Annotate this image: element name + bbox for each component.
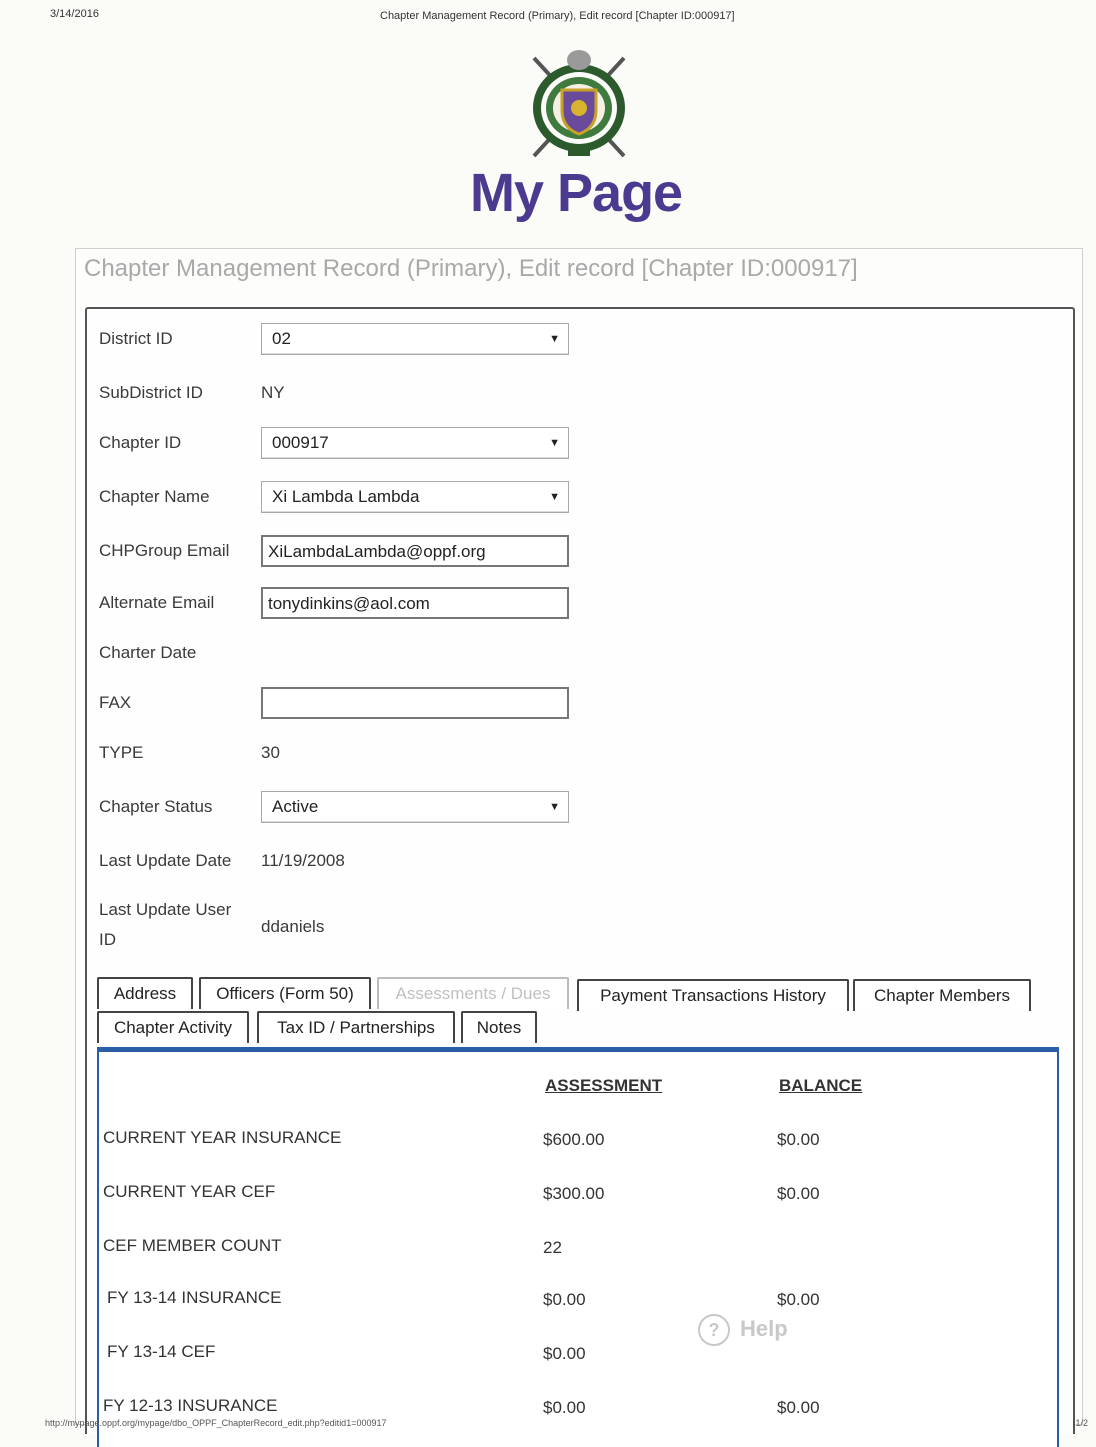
assessment-column-header: ASSESSMENT [545,1076,663,1095]
dues-row-label: CEF MEMBER COUNT [103,1236,282,1255]
tab-officers[interactable]: Officers (Form 50) [199,977,371,1009]
charter-date-label: Charter Date [99,643,197,662]
tab-notes[interactable]: Notes [461,1011,537,1043]
dues-row-label: FY 12-13 INSURANCE [103,1396,278,1415]
district-id-value: 02 [272,329,291,348]
dues-row-balance: $0.00 [777,1184,820,1203]
print-footer: http://mypage.oppf.org/mypage/dbo_OPPF_C… [0,1418,1096,1434]
row-chpgroup-email: CHPGroup Email XiLambdaLambda@oppf.org [87,535,1067,571]
last-update-user-value: ddaniels [261,917,325,936]
last-update-date-value: 11/19/2008 [261,851,345,870]
row-last-update-date: Last Update Date 11/19/2008 [87,845,1067,881]
row-fax: FAX [87,687,1067,723]
tab-taxid[interactable]: Tax ID / Partnerships [257,1011,455,1043]
last-update-user-label: Last Update User ID [99,895,231,955]
dues-row: CURRENT YEAR INSURANCE $600.00 $0.00 [99,1128,1057,1158]
row-last-update-user: Last Update User ID ddaniels [87,895,1067,955]
chapter-status-value: Active [272,797,319,816]
print-header: 3/14/2016 Chapter Management Record (Pri… [0,8,1096,28]
dues-row-label: CURRENT YEAR CEF [103,1182,276,1201]
row-alternate-email: Alternate Email tonydinkins@aol.com [87,587,1067,623]
help-icon: ? [698,1314,730,1346]
dues-row-assessment: 22 [543,1238,562,1257]
dues-row-label: FY 13-14 INSURANCE [107,1288,282,1307]
subdistrict-id-label: SubDistrict ID [99,383,203,402]
chpgroup-email-label: CHPGroup Email [99,541,230,560]
dues-row-label: CURRENT YEAR INSURANCE [103,1128,342,1147]
chapter-name-value: Xi Lambda Lambda [272,487,420,506]
dropdown-arrow-icon: ▼ [549,491,560,503]
tab-assessments[interactable]: Assessments / Dues [377,977,569,1009]
dues-row: CEF MEMBER COUNT 22 [99,1236,1057,1266]
row-chapter-status: Chapter Status Active ▼ [87,791,1067,827]
record-panel: Chapter Management Record (Primary), Edi… [75,248,1083,1447]
dues-row: FY 13-14 INSURANCE $0.00 $0.00 [99,1288,1057,1318]
edit-form: District ID 02 ▼ SubDistrict ID NY Chapt… [85,307,1075,1447]
alternate-email-field[interactable]: tonydinkins@aol.com [261,587,569,619]
dues-row-assessment: $0.00 [543,1398,586,1417]
print-date: 3/14/2016 [50,8,99,20]
chapter-id-select[interactable]: 000917 ▼ [261,427,569,459]
chpgroup-email-field[interactable]: XiLambdaLambda@oppf.org [261,535,569,567]
chapter-id-label: Chapter ID [99,433,182,452]
print-title: Chapter Management Record (Primary), Edi… [380,10,735,22]
tab-members[interactable]: Chapter Members [853,979,1031,1011]
panel-title: Chapter Management Record (Primary), Edi… [84,255,858,282]
row-subdistrict-id: SubDistrict ID NY [87,377,1067,413]
dropdown-arrow-icon: ▼ [549,801,560,813]
dues-row-assessment: $0.00 [543,1344,586,1363]
alternate-email-label: Alternate Email [99,593,215,612]
row-district-id: District ID 02 ▼ [87,323,1067,359]
type-value: 30 [261,743,280,762]
page-brand-title: My Page [470,163,683,223]
last-update-user-label-line2: ID [99,930,116,949]
tab-payments[interactable]: Payment Transactions History [577,979,849,1011]
tab-activity[interactable]: Chapter Activity [97,1011,249,1043]
print-url: http://mypage.oppf.org/mypage/dbo_OPPF_C… [45,1418,387,1428]
dues-row-assessment: $600.00 [543,1130,605,1149]
chapter-status-select[interactable]: Active ▼ [261,791,569,823]
record-tabs: Address Officers (Form 50) Assessments /… [97,977,1057,1047]
subdistrict-id-value: NY [261,383,285,402]
help-button[interactable]: ? Help [698,1314,788,1346]
chapter-id-value: 000917 [272,433,329,452]
fraternity-crest-logo [520,48,638,168]
dues-row: FY 13-14 CEF $0.00 [99,1342,1057,1372]
fax-label: FAX [99,693,132,712]
fax-field[interactable] [261,687,569,719]
last-update-date-label: Last Update Date [99,851,232,870]
row-type: TYPE 30 [87,737,1067,773]
row-chapter-id: Chapter ID 000917 ▼ [87,427,1067,463]
dues-row-balance: $0.00 [777,1290,820,1309]
row-charter-date: Charter Date [87,637,1067,673]
row-chapter-name: Chapter Name Xi Lambda Lambda ▼ [87,481,1067,517]
chapter-name-label: Chapter Name [99,487,210,506]
dues-row-assessment: $0.00 [543,1290,586,1309]
dropdown-arrow-icon: ▼ [549,333,560,345]
dues-row-assessment: $300.00 [543,1184,605,1203]
dropdown-arrow-icon: ▼ [549,437,560,449]
help-label: Help [740,1315,788,1341]
tab-address[interactable]: Address [97,977,193,1009]
dues-row-balance: $0.00 [777,1130,820,1149]
dues-row-balance: $0.00 [777,1398,820,1417]
print-page-number: 1/2 [1075,1418,1088,1428]
dues-row-label: FY 13-14 CEF [107,1342,216,1361]
dues-row: CURRENT YEAR CEF $300.00 $0.00 [99,1182,1057,1212]
last-update-user-label-line1: Last Update User [99,900,232,919]
district-id-select[interactable]: 02 ▼ [261,323,569,355]
chapter-name-select[interactable]: Xi Lambda Lambda ▼ [261,481,569,513]
chapter-status-label: Chapter Status [99,797,213,816]
balance-column-header: BALANCE [779,1076,863,1095]
type-label: TYPE [99,743,144,762]
district-id-label: District ID [99,329,173,348]
assessments-panel: ASSESSMENT BALANCE CURRENT YEAR INSURANC… [97,1047,1059,1447]
